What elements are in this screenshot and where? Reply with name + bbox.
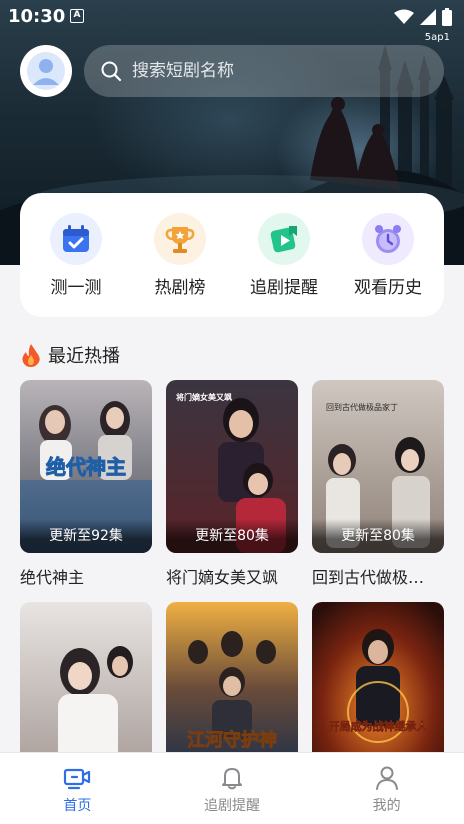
user-avatar-icon bbox=[27, 52, 65, 90]
poster-title-art: 将门嫡女美又飒 bbox=[176, 392, 232, 402]
episode-badge: 更新至80集 bbox=[166, 519, 298, 553]
poster-title-text: 开局成为战神继承人 bbox=[329, 719, 429, 733]
poster-title-text: 回到古代做极品家丁 bbox=[326, 402, 398, 412]
nav-item-home[interactable]: 首页 bbox=[17, 765, 137, 815]
quick-action-reminder[interactable]: 追剧提醒 bbox=[232, 212, 336, 298]
quick-action-label: 观看历史 bbox=[354, 277, 422, 298]
signal-icon bbox=[420, 9, 436, 25]
drama-poster[interactable]: 绝代神主 更新至92集 bbox=[20, 380, 152, 553]
drama-poster[interactable] bbox=[20, 602, 152, 775]
drama-title: 将门嫡女美又飒 bbox=[166, 568, 279, 587]
drama-title: 绝代神主 bbox=[20, 568, 85, 587]
episode-badge: 更新至92集 bbox=[20, 519, 152, 553]
quick-action-icon-wrap bbox=[154, 212, 206, 265]
nav-item-reminder[interactable]: 追剧提醒 bbox=[172, 765, 292, 815]
drama-poster[interactable]: 回到古代做极品家丁 更新至80集 bbox=[312, 380, 444, 553]
fire-icon bbox=[22, 344, 40, 367]
alarm-clock-icon bbox=[375, 224, 401, 253]
quick-action-label: 测一测 bbox=[50, 277, 102, 298]
episode-badge: 更新至80集 bbox=[312, 519, 444, 553]
poster-title-art: 江河守护神 bbox=[187, 729, 278, 752]
drama-poster[interactable]: 开局成为战神继承人 bbox=[312, 602, 444, 775]
avatar[interactable] bbox=[20, 45, 72, 97]
search-icon bbox=[101, 61, 122, 82]
wifi-icon bbox=[394, 9, 414, 24]
search-bar[interactable] bbox=[84, 45, 444, 97]
play-bookmark-icon bbox=[270, 225, 297, 252]
poster-title-art: 绝代神主 bbox=[46, 455, 127, 480]
notification-indicator-icon: A bbox=[70, 9, 84, 23]
drama-poster[interactable]: 江河守护神 bbox=[166, 602, 298, 775]
quick-actions-card: 测一测 热剧榜 追剧提醒 观看历史 bbox=[20, 193, 444, 317]
poster-title-art: 回到古代做极品家丁 bbox=[326, 402, 398, 412]
calendar-check-icon bbox=[63, 224, 89, 252]
nav-label: 我的 bbox=[372, 798, 401, 814]
quick-action-icon-wrap bbox=[362, 212, 414, 265]
quick-action-icon-wrap bbox=[258, 212, 310, 265]
battery-icon bbox=[442, 8, 452, 26]
nav-label: 首页 bbox=[63, 798, 92, 814]
person-icon bbox=[375, 766, 398, 790]
section-title: 最近热播 bbox=[20, 342, 120, 368]
poster-title-text: 江河守护神 bbox=[187, 729, 277, 751]
poster-title-text: 将门嫡女美又飒 bbox=[176, 392, 232, 402]
trophy-icon bbox=[165, 226, 195, 253]
status-icons bbox=[394, 8, 452, 26]
bottom-navigation: 首页 追剧提醒 我的 bbox=[0, 752, 464, 824]
tv-home-icon bbox=[64, 768, 91, 790]
quick-action-test[interactable]: 测一测 bbox=[24, 212, 128, 298]
poster-title-art: 开局成为战神继承人 bbox=[328, 719, 429, 734]
status-bar: 10:30 A 5ap1 bbox=[0, 0, 464, 43]
quick-action-hot-list[interactable]: 热剧榜 bbox=[128, 212, 232, 298]
status-time: 10:30 bbox=[8, 6, 66, 27]
watermark-text: 5ap1 bbox=[424, 32, 450, 43]
poster-title-text: 绝代神主 bbox=[46, 455, 126, 479]
quick-action-label: 追剧提醒 bbox=[250, 277, 318, 298]
section-title-text: 最近热播 bbox=[48, 346, 120, 367]
quick-action-icon-wrap bbox=[50, 212, 102, 265]
nav-item-profile[interactable]: 我的 bbox=[327, 765, 447, 815]
quick-action-label: 热剧榜 bbox=[154, 277, 206, 298]
nav-label: 追剧提醒 bbox=[203, 798, 260, 814]
drama-poster[interactable]: 将门嫡女美又飒 更新至80集 bbox=[166, 380, 298, 553]
search-input[interactable] bbox=[132, 61, 412, 81]
bell-icon bbox=[221, 768, 242, 790]
drama-title: 回到古代做极… bbox=[312, 568, 425, 587]
quick-action-history[interactable]: 观看历史 bbox=[336, 212, 440, 298]
